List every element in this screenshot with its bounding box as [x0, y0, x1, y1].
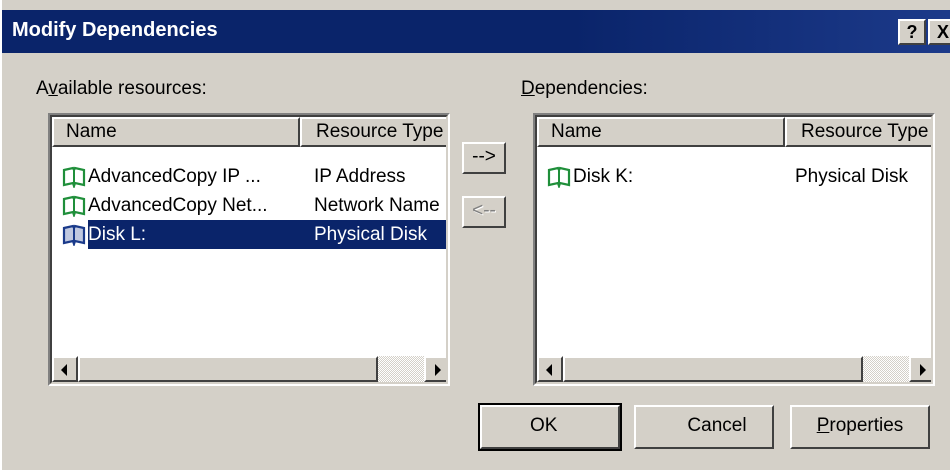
resource-type: Physical Disk	[795, 165, 908, 187]
resource-type: IP Address	[314, 165, 406, 187]
resource-name: Disk L:	[88, 223, 147, 245]
add-dependency-button[interactable]: -->	[462, 142, 506, 174]
scroll-left-button[interactable]	[52, 356, 78, 382]
arrow-left-icon	[546, 364, 552, 376]
remove-dependency-button[interactable]: <--	[462, 196, 506, 228]
modify-dependencies-dialog: Modify Dependencies ? X Available resour…	[0, 0, 950, 470]
horizontal-scrollbar[interactable]	[537, 356, 931, 382]
list-item[interactable]: AdvancedCopy Net... Network Name	[52, 191, 446, 220]
resource-name: Disk K:	[573, 165, 634, 187]
resource-name: AdvancedCopy Net...	[88, 194, 268, 216]
arrow-right-icon	[435, 364, 441, 376]
list-item[interactable]: Disk K: Physical Disk	[537, 162, 931, 191]
properties-label: Properties	[816, 415, 904, 436]
column-header-resource-type[interactable]: Resource Type	[300, 117, 446, 147]
ok-button[interactable]: OK	[478, 403, 622, 451]
resource-book-icon	[62, 166, 86, 188]
column-header-resource-type[interactable]: Resource Type	[785, 117, 931, 147]
arrow-right-icon	[920, 364, 926, 376]
resource-book-icon	[62, 195, 86, 217]
scroll-left-button[interactable]	[537, 356, 563, 382]
scroll-right-button[interactable]	[424, 356, 446, 382]
dependencies-list[interactable]: Name Resource Type Disk K: Physical Disk	[533, 113, 935, 386]
help-button[interactable]: ?	[898, 19, 926, 45]
list-header: Name Resource Type	[52, 117, 446, 147]
scroll-thumb[interactable]	[563, 356, 863, 382]
resource-book-icon	[547, 166, 571, 188]
resource-type: Network Name	[314, 194, 440, 216]
arrow-left-icon	[61, 364, 67, 376]
resource-type: Physical Disk	[314, 223, 427, 245]
close-button[interactable]: X	[928, 19, 950, 45]
available-resources-label: Available resources:	[36, 78, 207, 99]
scroll-thumb[interactable]	[78, 356, 378, 382]
horizontal-scrollbar[interactable]	[52, 356, 446, 382]
properties-button[interactable]: Properties	[790, 405, 930, 449]
cancel-button[interactable]: Cancel	[634, 405, 774, 449]
column-header-name[interactable]: Name	[52, 117, 300, 147]
dialog-title: Modify Dependencies	[12, 19, 218, 41]
dependencies-label: Dependencies:	[521, 78, 648, 99]
resource-name: AdvancedCopy IP ...	[88, 165, 261, 187]
list-item[interactable]: AdvancedCopy IP ... IP Address	[52, 162, 446, 191]
title-bar[interactable]: Modify Dependencies ? X	[2, 10, 950, 53]
resource-book-icon	[62, 224, 86, 246]
scroll-right-button[interactable]	[909, 356, 931, 382]
list-header: Name Resource Type	[537, 117, 931, 147]
available-resources-list[interactable]: Name Resource Type AdvancedCopy IP ... I…	[48, 113, 450, 386]
list-item-selected[interactable]: Disk L: Physical Disk	[52, 220, 446, 249]
column-header-name[interactable]: Name	[537, 117, 785, 147]
